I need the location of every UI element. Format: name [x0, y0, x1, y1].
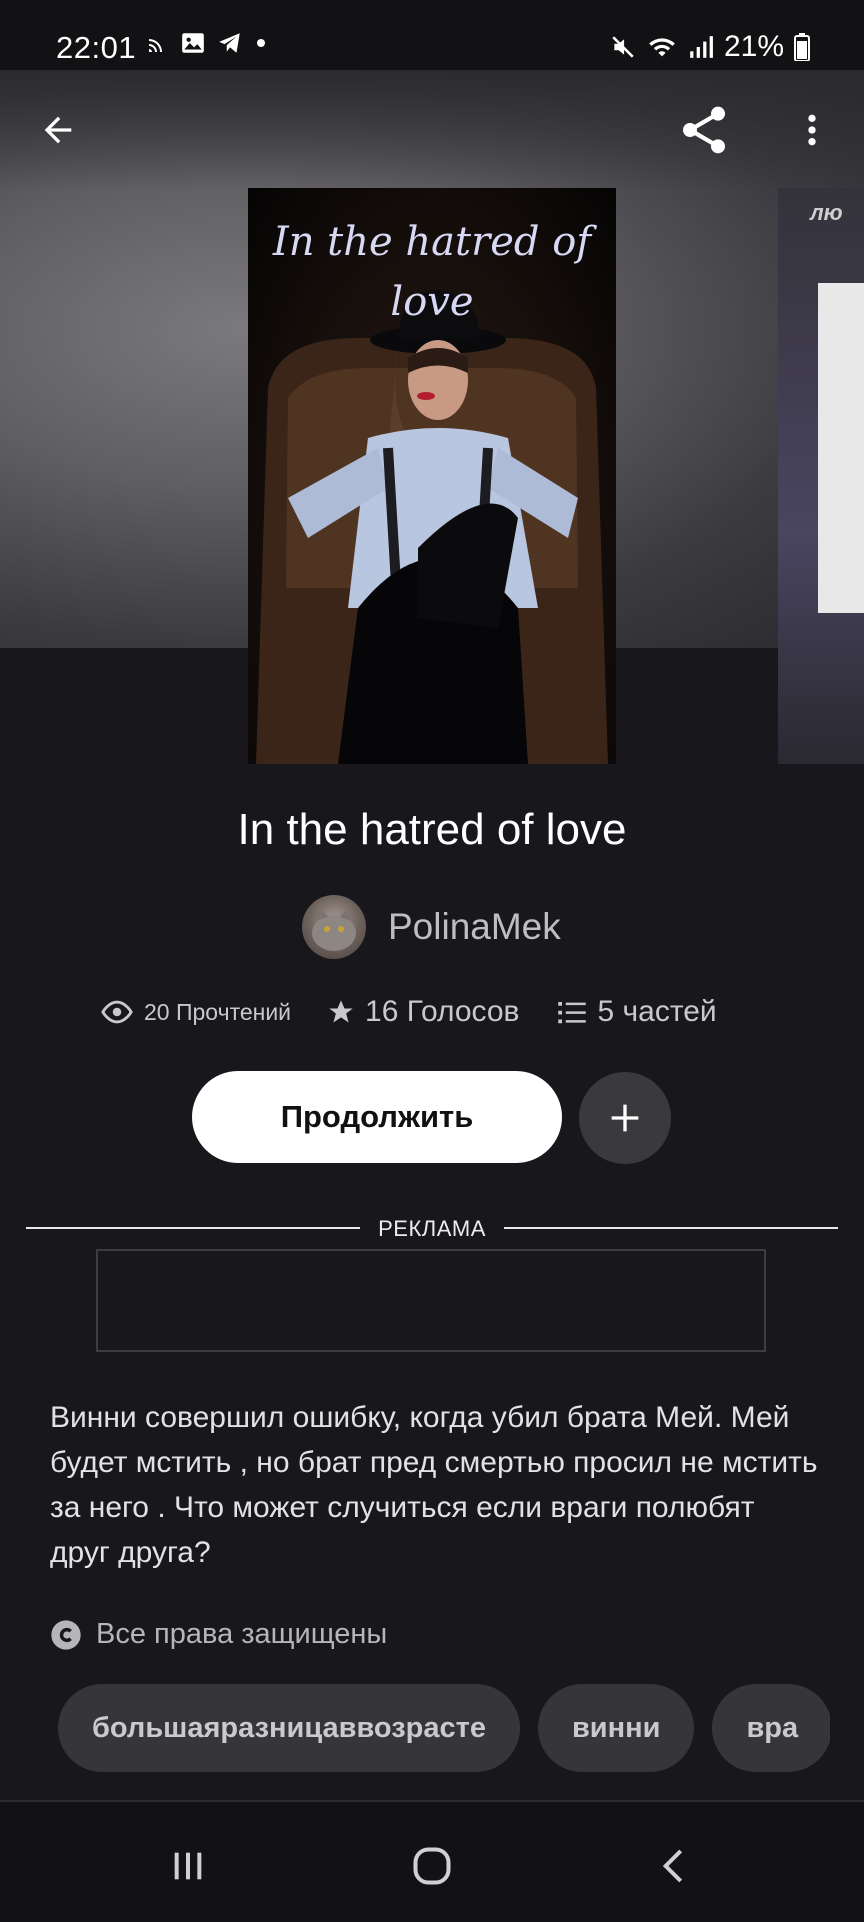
eye-icon [101, 1000, 133, 1024]
stat-reads: 20 Прочтений [100, 999, 291, 1026]
add-to-library-button[interactable] [579, 1072, 671, 1164]
tag-chip[interactable]: большаяразницаввозрасте [58, 1684, 520, 1772]
plus-icon [611, 1104, 639, 1132]
cover-title-line1: In the hatred of [272, 219, 592, 265]
status-left-icons [146, 30, 268, 56]
wifi-icon [649, 38, 675, 57]
ad-label: РЕКЛАМА [378, 1216, 486, 1241]
copyright-text: Все права защищены [96, 1618, 388, 1650]
stat-votes: 16 Голосов [327, 995, 519, 1029]
gallery-icon [182, 33, 204, 53]
stats-row: 20 Прочтений 16 Голосов 5 частей [100, 995, 717, 1029]
reads-count: 20 Прочтений [144, 998, 292, 1025]
book-title: In the hatred of love [237, 805, 627, 854]
cover-title: In the hatred of love [248, 212, 616, 332]
author-name: PolinaMek [388, 906, 561, 947]
ad-slot[interactable] [96, 1249, 766, 1352]
copyright-icon [51, 1619, 81, 1650]
tag-chip[interactable]: винни [537, 1684, 695, 1772]
signal-icon [690, 36, 713, 58]
list-icon [558, 1002, 587, 1024]
stat-parts[interactable]: 5 частей [557, 995, 717, 1029]
cover-title-line2: love [390, 279, 474, 325]
author-link[interactable]: PolinaMek [302, 895, 561, 959]
next-cover-text: лю [810, 200, 843, 225]
hero-shade [0, 70, 864, 190]
dot-icon [257, 39, 265, 47]
telegram-icon [219, 33, 240, 53]
votes-count: 16 Голосов [365, 995, 520, 1028]
copyright-row: Все права защищены [50, 1618, 387, 1651]
book-cover[interactable]: In the hatred of love [248, 188, 616, 764]
book-description: Винни совершил ошибку, когда убил брата … [50, 1401, 818, 1569]
continue-reading-button[interactable]: Продолжить [192, 1071, 562, 1163]
share-button[interactable] [674, 100, 734, 160]
back-arrow-icon [44, 116, 72, 144]
recents-icon [174, 1852, 202, 1880]
battery-icon [794, 33, 810, 61]
more-button[interactable] [782, 100, 842, 160]
share-icon [683, 106, 725, 154]
star-icon [329, 1000, 353, 1023]
tags-row: большаяразницаввозрасте винни вра [58, 1684, 830, 1772]
back-nav-button[interactable] [646, 1843, 702, 1889]
back-button[interactable] [28, 100, 88, 160]
continue-label: Продолжить [280, 1099, 474, 1134]
home-icon [413, 1847, 451, 1885]
mute-icon [612, 36, 634, 58]
next-cover-image [818, 283, 864, 613]
status-time: 22:01 [56, 30, 137, 65]
status-right: 21% [610, 30, 810, 64]
recents-button[interactable] [160, 1843, 216, 1889]
home-button[interactable] [404, 1843, 460, 1889]
cast-icon [149, 39, 162, 52]
tag-chip[interactable]: вра [712, 1684, 830, 1772]
parts-count: 5 частей [597, 995, 717, 1028]
battery-percent: 21% [723, 30, 784, 63]
back-chevron-icon [662, 1849, 683, 1883]
cat-avatar-image [312, 907, 356, 951]
avatar [302, 895, 366, 959]
next-book-cover[interactable]: лю [778, 188, 864, 764]
more-vertical-icon [808, 114, 816, 146]
status-bar: 22:01 21% [0, 0, 864, 70]
